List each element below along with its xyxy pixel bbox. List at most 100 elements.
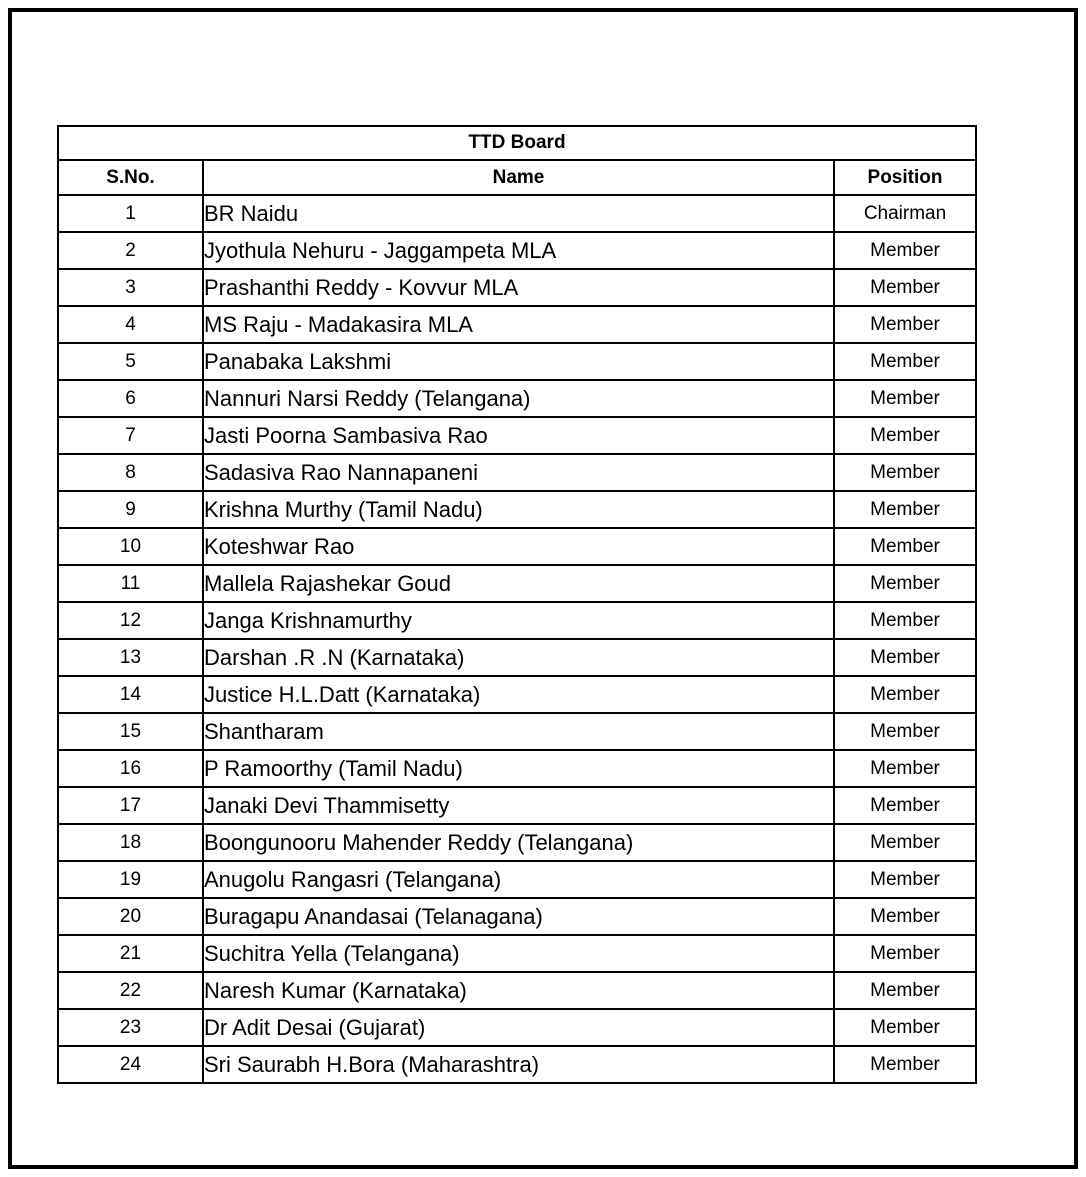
- row-serial-number: 19: [57, 860, 204, 899]
- row-position: Member: [832, 231, 978, 270]
- row-name: MS Raju - Madakasira MLA: [202, 305, 835, 344]
- table-row: 18 Boongunooru Mahender Reddy (Telangana)…: [57, 823, 978, 862]
- row-position: Member: [832, 379, 978, 418]
- table-body: 1 BR Naidu Chairman 2 Jyothula Nehuru - Jagg…: [57, 194, 978, 1084]
- row-name: Boongunooru Mahender Reddy (Telangana): [202, 823, 835, 862]
- row-position: Member: [832, 786, 978, 825]
- row-name: Anugolu Rangasri (Telangana): [202, 860, 835, 899]
- row-serial-number: 17: [57, 786, 204, 825]
- table-row: 20 Buragapu Anandasai (Telanagana) Member: [57, 897, 978, 936]
- row-position: Chairman: [832, 194, 978, 233]
- row-position: Member: [832, 712, 978, 751]
- row-name: Krishna Murthy (Tamil Nadu): [202, 490, 835, 529]
- row-name: Nannuri Narsi Reddy (Telangana): [202, 379, 835, 418]
- row-position: Member: [832, 601, 978, 640]
- row-position: Member: [832, 416, 978, 455]
- row-name: Suchitra Yella (Telangana): [202, 934, 835, 973]
- row-name: Mallela Rajashekar Goud: [202, 564, 835, 603]
- table-row: 21 Suchitra Yella (Telangana) Member: [57, 934, 978, 973]
- table-row: 8 Sadasiva Rao Nannapaneni Member: [57, 453, 978, 492]
- row-position: Member: [832, 638, 978, 677]
- table-row: 10 Koteshwar Rao Member: [57, 527, 978, 566]
- row-name: Dr Adit Desai (Gujarat): [202, 1008, 835, 1047]
- table-title: TTD Board: [56, 125, 978, 161]
- table-row: 4 MS Raju - Madakasira MLA Member: [57, 305, 978, 344]
- row-serial-number: 10: [57, 527, 204, 566]
- row-serial-number: 8: [57, 453, 204, 492]
- row-serial-number: 21: [57, 934, 204, 973]
- table-header: TTD Board S.No. Name Position: [56, 125, 978, 196]
- row-name: Shantharam: [202, 712, 835, 751]
- row-position: Member: [832, 305, 978, 344]
- row-name: Prashanthi Reddy - Kovvur MLA: [202, 268, 835, 307]
- table-row: 16 P Ramoorthy (Tamil Nadu) Member: [57, 749, 978, 788]
- row-name: Justice H.L.Datt (Karnataka): [202, 675, 835, 714]
- column-header-name: Name: [202, 159, 835, 196]
- row-name: Jasti Poorna Sambasiva Rao: [202, 416, 835, 455]
- table-row: 24 Sri Saurabh H.Bora (Maharashtra) Member: [57, 1045, 978, 1084]
- row-position: Member: [832, 823, 978, 862]
- ttd-board-table: TTD Board S.No. Name Position 1 BR Naidu C…: [56, 125, 978, 1084]
- row-serial-number: 7: [57, 416, 204, 455]
- table-column-header-row: S.No. Name Position: [57, 159, 978, 196]
- row-serial-number: 16: [57, 749, 204, 788]
- row-position: Member: [832, 971, 978, 1010]
- column-header-position: Position: [832, 159, 978, 196]
- table-row: 13 Darshan .R .N (Karnataka) Member: [57, 638, 978, 677]
- row-serial-number: 23: [57, 1008, 204, 1047]
- table-row: 9 Krishna Murthy (Tamil Nadu) Member: [57, 490, 978, 529]
- row-serial-number: 1: [57, 194, 204, 233]
- row-position: Member: [832, 564, 978, 603]
- row-name: Jyothula Nehuru - Jaggampeta MLA: [202, 231, 835, 270]
- row-name: Koteshwar Rao: [202, 527, 835, 566]
- table-row: 19 Anugolu Rangasri (Telangana) Member: [57, 860, 978, 899]
- row-serial-number: 20: [57, 897, 204, 936]
- row-serial-number: 12: [57, 601, 204, 640]
- row-serial-number: 11: [57, 564, 204, 603]
- row-serial-number: 18: [57, 823, 204, 862]
- table-row: 2 Jyothula Nehuru - Jaggampeta MLA Member: [57, 231, 978, 270]
- row-name: Sri Saurabh H.Bora (Maharashtra): [202, 1045, 835, 1084]
- ttd-board-table-container: TTD Board S.No. Name Position 1 BR Naidu C…: [56, 125, 978, 1084]
- row-position: Member: [832, 490, 978, 529]
- row-name: P Ramoorthy (Tamil Nadu): [202, 749, 835, 788]
- row-name: Buragapu Anandasai (Telanagana): [202, 897, 835, 936]
- row-position: Member: [832, 749, 978, 788]
- table-row: 23 Dr Adit Desai (Gujarat) Member: [57, 1008, 978, 1047]
- table-row: 17 Janaki Devi Thammisetty Member: [57, 786, 978, 825]
- column-header-sno: S.No.: [57, 159, 204, 196]
- row-position: Member: [832, 897, 978, 936]
- row-position: Member: [832, 1045, 978, 1084]
- table-row: 14 Justice H.L.Datt (Karnataka) Member: [57, 675, 978, 714]
- table-row: 6 Nannuri Narsi Reddy (Telangana) Member: [57, 379, 978, 418]
- table-row: 7 Jasti Poorna Sambasiva Rao Member: [57, 416, 978, 455]
- row-serial-number: 9: [57, 490, 204, 529]
- page-frame: TTD Board S.No. Name Position 1 BR Naidu C…: [8, 8, 1078, 1169]
- row-serial-number: 4: [57, 305, 204, 344]
- row-serial-number: 2: [57, 231, 204, 270]
- row-serial-number: 13: [57, 638, 204, 677]
- row-serial-number: 24: [57, 1045, 204, 1084]
- row-serial-number: 3: [57, 268, 204, 307]
- row-position: Member: [832, 527, 978, 566]
- table-row: 5 Panabaka Lakshmi Member: [57, 342, 978, 381]
- row-position: Member: [832, 342, 978, 381]
- table-row: 11 Mallela Rajashekar Goud Member: [57, 564, 978, 603]
- table-row: 1 BR Naidu Chairman: [57, 194, 978, 233]
- row-position: Member: [832, 1008, 978, 1047]
- table-row: 15 Shantharam Member: [57, 712, 978, 751]
- table-title-row: TTD Board: [56, 125, 978, 161]
- table-row: 12 Janga Krishnamurthy Member: [57, 601, 978, 640]
- table-row: 3 Prashanthi Reddy - Kovvur MLA Member: [57, 268, 978, 307]
- row-serial-number: 14: [57, 675, 204, 714]
- row-position: Member: [832, 934, 978, 973]
- row-name: Darshan .R .N (Karnataka): [202, 638, 835, 677]
- row-name: Janga Krishnamurthy: [202, 601, 835, 640]
- row-name: Panabaka Lakshmi: [202, 342, 835, 381]
- row-position: Member: [832, 453, 978, 492]
- row-serial-number: 6: [57, 379, 204, 418]
- table-row: 22 Naresh Kumar (Karnataka) Member: [57, 971, 978, 1010]
- row-serial-number: 22: [57, 971, 204, 1010]
- row-name: Naresh Kumar (Karnataka): [202, 971, 835, 1010]
- row-name: Sadasiva Rao Nannapaneni: [202, 453, 835, 492]
